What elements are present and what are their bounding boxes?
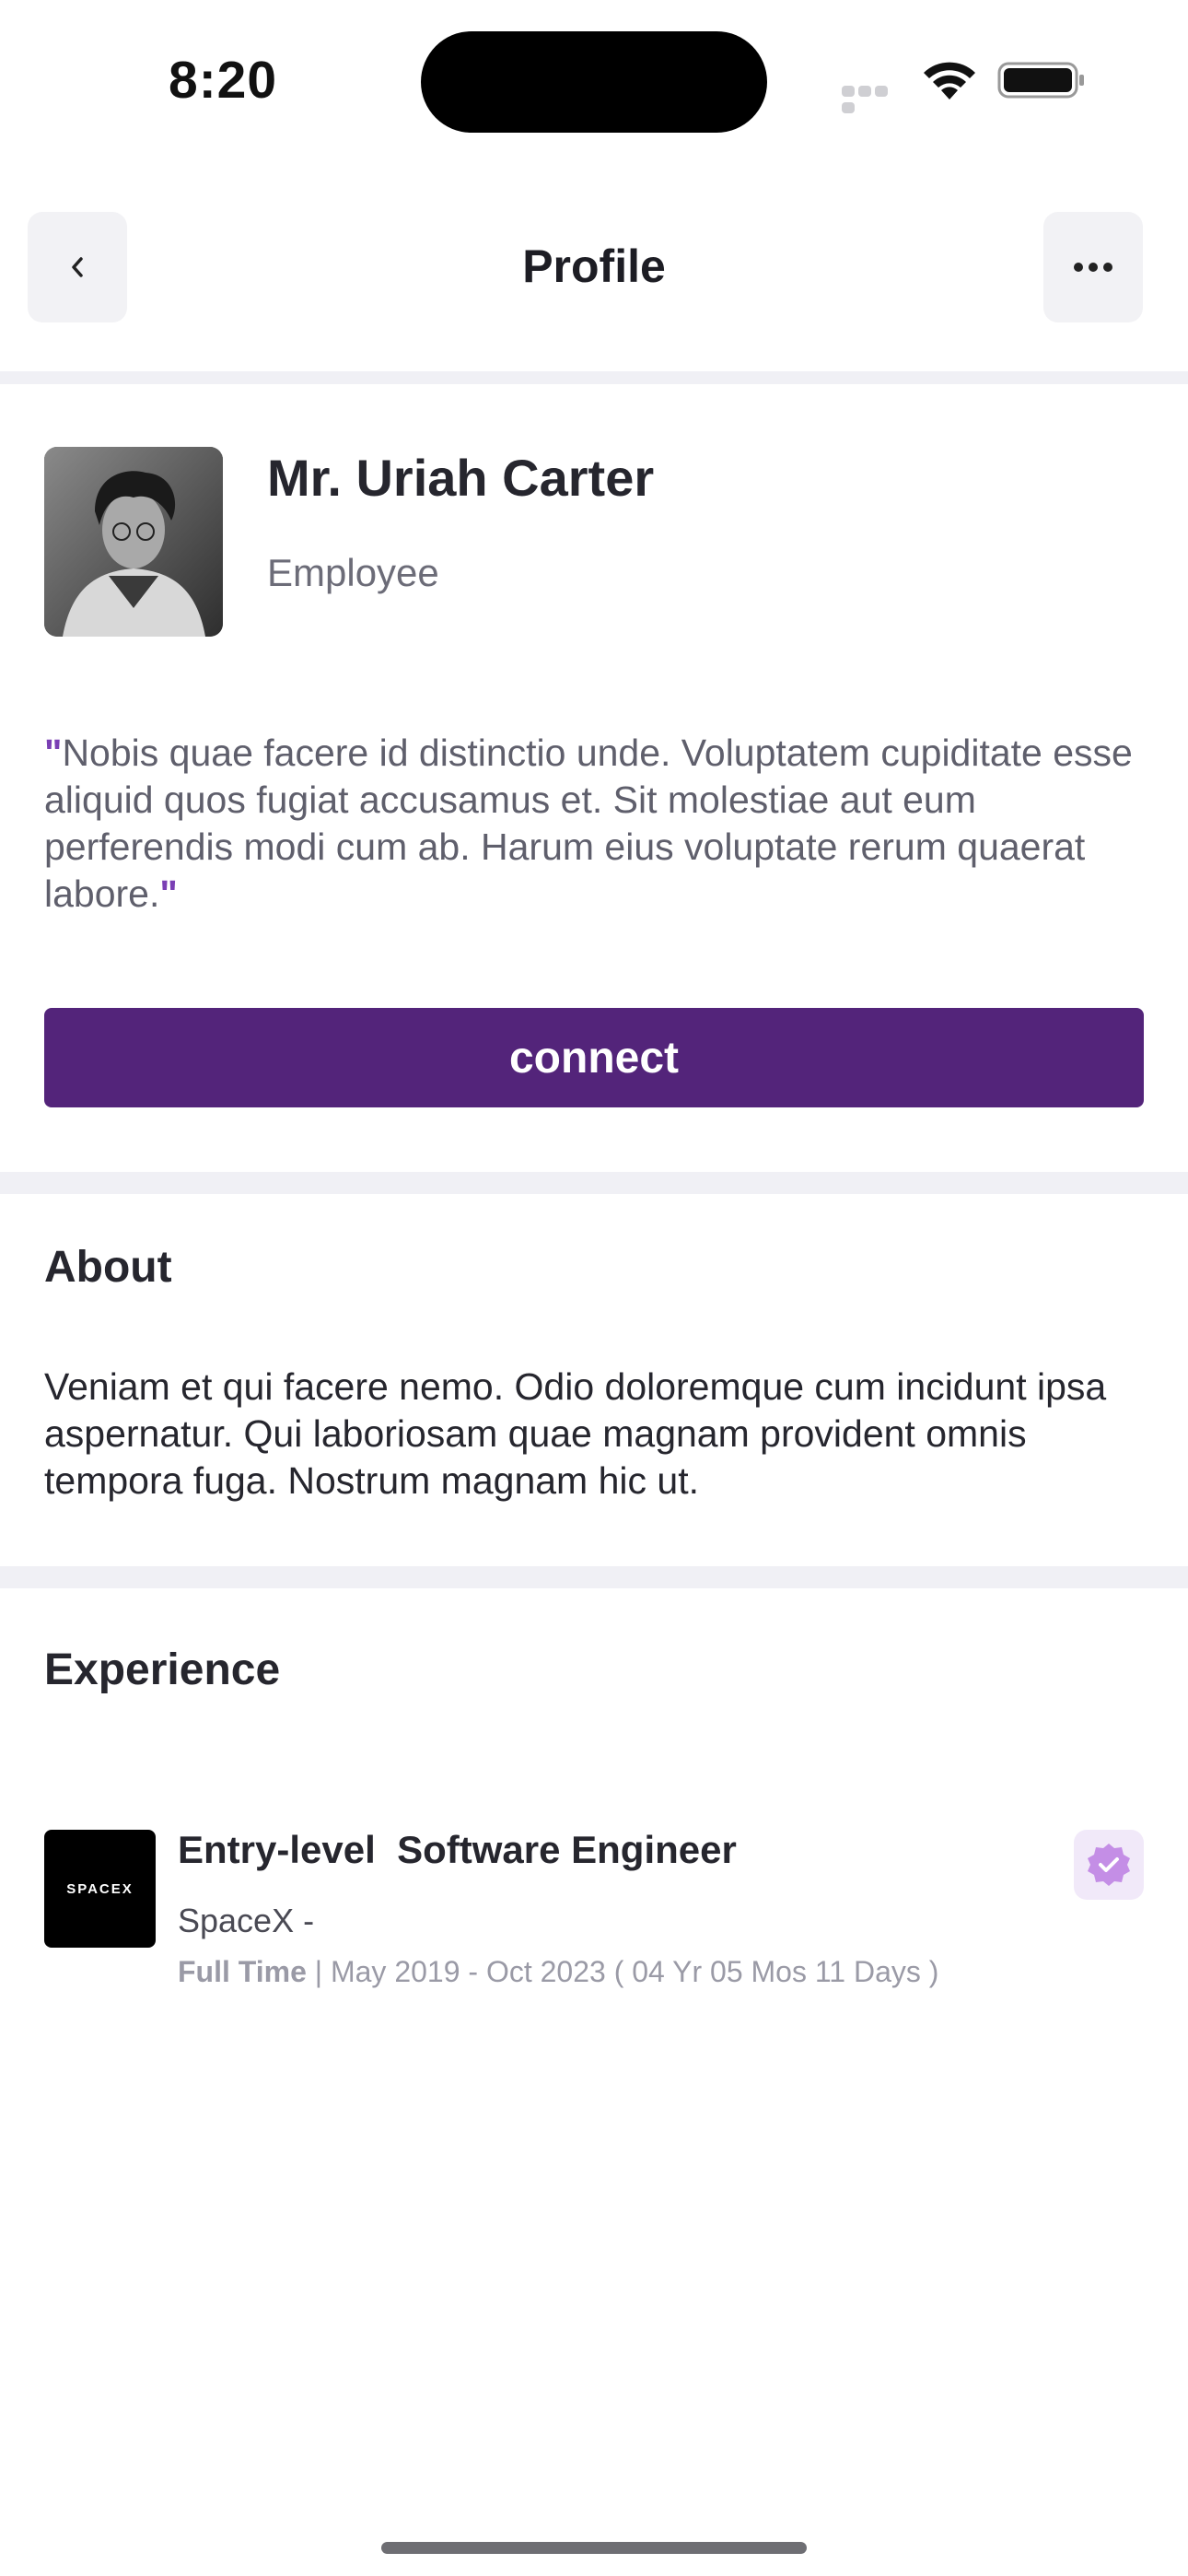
nav-bar: Profile	[0, 212, 1188, 322]
section-divider	[0, 371, 1188, 384]
avatar-photo	[44, 447, 223, 637]
experience-title: Experience	[44, 1645, 281, 1694]
company-logo: SPACEX	[44, 1830, 156, 1948]
wifi-icon	[924, 62, 975, 100]
profile-name: Mr. Uriah Carter	[267, 449, 655, 507]
battery-icon	[997, 62, 1084, 99]
cellular-signal-icon	[842, 85, 906, 113]
company-logo-text: SPACEX	[66, 1880, 134, 1897]
verified-badge-icon	[1088, 1844, 1130, 1886]
profile-screen: 8:20 Profile Mr. Uriah Carter Employee "…	[0, 0, 1188, 2576]
section-divider	[0, 1566, 1188, 1588]
job-duration: May 2019 - Oct 2023 ( 04 Yr 05 Mos 11 Da…	[330, 1955, 939, 1988]
employment-type: Full Time	[178, 1955, 307, 1988]
verified-badge	[1074, 1830, 1144, 1900]
about-title: About	[44, 1243, 172, 1292]
status-bar: 8:20	[0, 0, 1188, 157]
avatar	[44, 447, 223, 637]
job-title: Entry-level Software Engineer	[178, 1828, 737, 1871]
profile-quote: "Nobis quae facere id distinctio unde. V…	[44, 730, 1149, 918]
quote-open-mark: "	[44, 732, 63, 774]
dynamic-island	[421, 31, 767, 133]
connect-button[interactable]: connect	[44, 1008, 1144, 1107]
company-name: SpaceX -	[178, 1902, 315, 1939]
home-indicator[interactable]	[381, 2542, 807, 2554]
profile-role: Employee	[267, 551, 439, 594]
page-title: Profile	[522, 240, 666, 292]
section-divider	[0, 1172, 1188, 1194]
ellipsis-icon	[1074, 263, 1112, 272]
job-meta: Full Time | May 2019 - Oct 2023 ( 04 Yr …	[178, 1955, 938, 1989]
status-time: 8:20	[169, 51, 278, 110]
meta-separator: |	[306, 1955, 331, 1988]
quote-text: Nobis quae facere id distinctio unde. Vo…	[44, 732, 1133, 915]
quote-close-mark: "	[159, 872, 178, 915]
more-options-button[interactable]	[1043, 212, 1143, 322]
about-text: Veniam et qui facere nemo. Odio doloremq…	[44, 1365, 1107, 1502]
